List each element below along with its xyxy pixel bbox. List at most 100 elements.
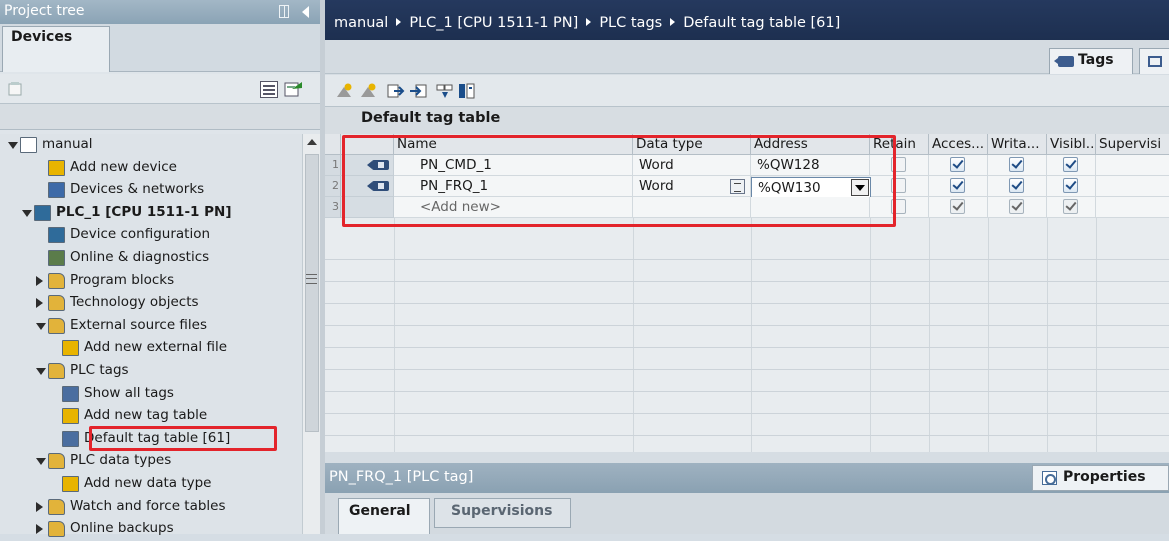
- scroll-thumb[interactable]: [305, 154, 319, 432]
- new-window-icon[interactable]: [8, 82, 24, 97]
- accessible-cell[interactable]: [929, 197, 988, 218]
- accessible-cell[interactable]: [929, 176, 988, 197]
- tree-item-label: PLC_1 [CPU 1511-1 PN]: [56, 203, 232, 220]
- breadcrumb-project[interactable]: manual: [334, 15, 388, 31]
- tree-item-label: Show all tags: [84, 384, 174, 401]
- collapsed-arrow-icon[interactable]: [36, 501, 43, 512]
- visible-cell[interactable]: [1047, 176, 1096, 197]
- row-number: 2: [325, 176, 341, 197]
- breadcrumb-plc[interactable]: PLC_1 [CPU 1511-1 PN]: [409, 15, 578, 31]
- tree-item-label: PLC data types: [70, 452, 172, 469]
- supervision-cell[interactable]: [1096, 155, 1169, 176]
- tree-item[interactable]: Add new device: [0, 157, 302, 180]
- collapse-panel-icon[interactable]: [302, 6, 309, 18]
- accessible-checkbox[interactable]: [950, 199, 965, 214]
- header-accessible[interactable]: Acces...: [929, 134, 988, 155]
- writable-checkbox[interactable]: [1009, 199, 1024, 214]
- add-device-icon: [48, 159, 65, 176]
- folder-icon: [48, 272, 65, 289]
- tree-item[interactable]: Online & diagnostics: [0, 247, 302, 270]
- visible-cell[interactable]: [1047, 197, 1096, 218]
- accessible-checkbox[interactable]: [950, 178, 965, 193]
- go-online-icon[interactable]: [284, 80, 304, 98]
- tree-item-label: Add new data type: [84, 475, 212, 491]
- show-references-icon[interactable]: [458, 83, 476, 99]
- expanded-arrow-icon[interactable]: [36, 368, 46, 375]
- expanded-arrow-icon[interactable]: [36, 322, 46, 330]
- tree-item[interactable]: Watch and force tables: [0, 496, 302, 519]
- breadcrumb-tag-table[interactable]: Default tag table [61]: [683, 15, 840, 31]
- collapsed-arrow-icon[interactable]: [36, 524, 43, 535]
- tab-devices[interactable]: Devices: [2, 26, 110, 72]
- tree-item[interactable]: Add new external file: [0, 337, 302, 360]
- monitor-all-icon[interactable]: [436, 83, 454, 99]
- visible-checkbox[interactable]: [1063, 178, 1078, 193]
- scroll-up-icon[interactable]: [307, 139, 317, 145]
- visible-cell[interactable]: [1047, 155, 1096, 176]
- writable-cell[interactable]: [988, 155, 1047, 176]
- folder-icon: [48, 453, 65, 470]
- tree-item[interactable]: manual: [0, 134, 302, 157]
- empty-row: [325, 261, 1169, 282]
- expanded-arrow-icon[interactable]: [8, 142, 18, 149]
- tree-item[interactable]: PLC tags: [0, 360, 302, 383]
- tab-general[interactable]: General: [338, 498, 430, 534]
- tree-item[interactable]: Technology objects: [0, 292, 302, 315]
- tree-item[interactable]: Add new tag table: [0, 405, 302, 428]
- project-icon: [20, 137, 37, 153]
- expanded-arrow-icon[interactable]: [36, 458, 46, 466]
- empty-row: [325, 305, 1169, 326]
- tree-item[interactable]: Add new data type: [0, 473, 302, 496]
- breadcrumb-plc-tags[interactable]: PLC tags: [599, 15, 662, 31]
- overview-icon[interactable]: [260, 81, 278, 98]
- tree-item[interactable]: External source files: [0, 315, 302, 338]
- tab-supervisions[interactable]: Supervisions: [434, 498, 571, 528]
- constants-icon: [1148, 56, 1162, 67]
- add-row-icon[interactable]: [335, 83, 353, 99]
- tree-item[interactable]: PLC data types: [0, 450, 302, 473]
- writable-checkbox[interactable]: [1009, 178, 1024, 193]
- properties-button-label: Properties: [1063, 469, 1146, 485]
- visible-checkbox[interactable]: [1063, 157, 1078, 172]
- tree-item-label: Add new external file: [84, 339, 228, 356]
- tree-item[interactable]: Online backups: [0, 518, 302, 541]
- import-icon[interactable]: [409, 83, 427, 99]
- tree-item[interactable]: Devices & networks: [0, 179, 302, 202]
- tree-item-label: manual: [42, 136, 93, 152]
- header-visible[interactable]: Visibl...: [1047, 134, 1096, 155]
- pin-panel-icon[interactable]: [279, 5, 289, 18]
- project-tree: manual Add new device Devices & networks PL…: [0, 134, 302, 538]
- expanded-arrow-icon[interactable]: [22, 209, 32, 217]
- tab-user-constants[interactable]: [1139, 48, 1169, 74]
- accessible-cell[interactable]: [929, 155, 988, 176]
- empty-row: [325, 349, 1169, 370]
- supervision-cell[interactable]: [1096, 176, 1169, 197]
- properties-tabs: General Supervisions: [325, 493, 1169, 534]
- insert-row-icon[interactable]: [359, 83, 377, 99]
- writable-cell[interactable]: [988, 176, 1047, 197]
- tag-icon: [1054, 56, 1074, 67]
- visible-checkbox[interactable]: [1063, 199, 1078, 214]
- tree-item[interactable]: PLC_1 [CPU 1511-1 PN]: [0, 202, 302, 225]
- tag-table-toolbar: [325, 75, 1169, 107]
- collapsed-arrow-icon[interactable]: [36, 275, 43, 286]
- accessible-checkbox[interactable]: [950, 157, 965, 172]
- export-icon[interactable]: [387, 83, 405, 99]
- tree-item[interactable]: Program blocks: [0, 270, 302, 293]
- add-table-icon: [62, 408, 79, 425]
- header-writable[interactable]: Writa...: [988, 134, 1047, 155]
- properties-button[interactable]: Properties: [1032, 465, 1169, 491]
- online-diag-icon: [48, 250, 65, 266]
- tag-table-icon: [62, 430, 79, 447]
- collapsed-arrow-icon[interactable]: [36, 298, 43, 309]
- writable-checkbox[interactable]: [1009, 157, 1024, 172]
- tree-scrollbar[interactable]: [302, 134, 320, 534]
- tree-toolbar: [0, 74, 320, 104]
- tree-item[interactable]: Device configuration: [0, 224, 302, 247]
- header-supervision[interactable]: Supervisi: [1096, 134, 1169, 155]
- writable-cell[interactable]: [988, 197, 1047, 218]
- tags-icon: [62, 385, 79, 402]
- tree-item[interactable]: Show all tags: [0, 383, 302, 406]
- supervision-cell[interactable]: [1096, 197, 1169, 218]
- tab-tags[interactable]: Tags: [1049, 48, 1133, 74]
